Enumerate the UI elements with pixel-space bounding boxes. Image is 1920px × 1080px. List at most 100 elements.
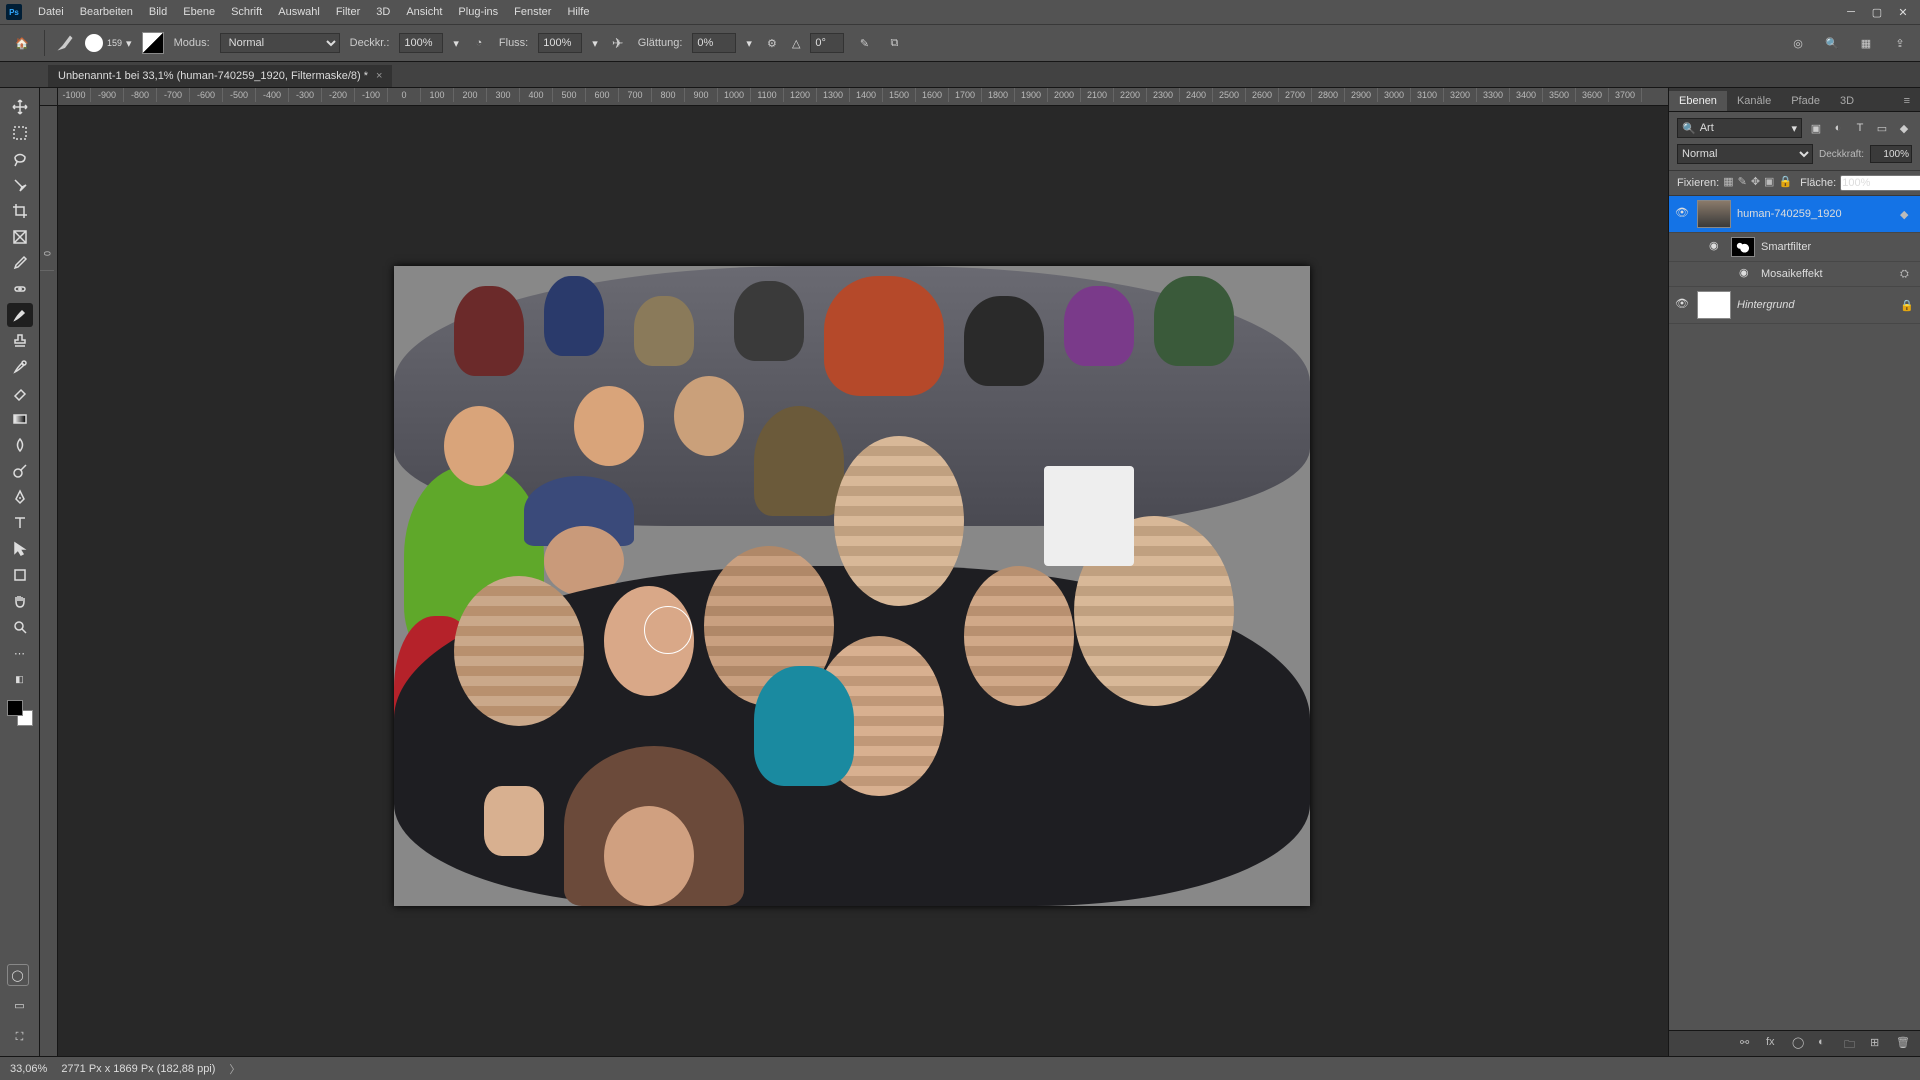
filter-shape-icon[interactable]: ▭ (1874, 120, 1890, 136)
menu-ansicht[interactable]: Ansicht (398, 6, 450, 18)
new-group-icon[interactable]: 🗀 (1844, 1036, 1860, 1052)
marquee-tool[interactable] (7, 121, 33, 145)
brush-tool-icon[interactable] (55, 33, 75, 53)
add-mask-icon[interactable]: ◯ (1792, 1036, 1808, 1052)
flow-input[interactable] (538, 33, 582, 53)
chevron-down-icon[interactable]: ▾ (746, 37, 752, 50)
menu-plugins[interactable]: Plug-ins (450, 6, 506, 18)
share-icon[interactable]: ⇪ (1890, 33, 1910, 53)
pressure-opacity-icon[interactable]: ◔ (469, 33, 489, 53)
blend-mode-select[interactable]: Normal (220, 33, 340, 53)
window-minimize-button[interactable]: ─ (1840, 3, 1862, 21)
menu-3d[interactable]: 3D (368, 6, 398, 18)
menu-hilfe[interactable]: Hilfe (559, 6, 597, 18)
delete-layer-icon[interactable]: 🗑 (1896, 1036, 1912, 1052)
smoothing-options-icon[interactable]: ⚙ (762, 33, 782, 53)
filter-image-icon[interactable]: ▣ (1808, 120, 1824, 136)
layer-opacity-input[interactable] (1870, 145, 1912, 163)
lock-position-icon[interactable]: ✥ (1751, 175, 1760, 191)
window-maximize-button[interactable]: ▢ (1866, 3, 1888, 21)
zoom-level[interactable]: 33,06% (10, 1063, 47, 1075)
filter-mask-thumbnail[interactable] (1731, 237, 1755, 257)
brush-tool[interactable] (7, 303, 33, 327)
layer-smartfilters[interactable]: ◉ Smartfilter (1669, 233, 1920, 262)
lasso-tool[interactable] (7, 147, 33, 171)
visibility-toggle-icon[interactable]: 👁 (1675, 297, 1691, 313)
filter-smart-icon[interactable]: ◆ (1896, 120, 1912, 136)
gradient-tool[interactable] (7, 407, 33, 431)
layer-fx-icon[interactable]: fx (1766, 1036, 1782, 1052)
angle-input[interactable] (810, 33, 844, 53)
tab-kanaele[interactable]: Kanäle (1727, 91, 1781, 111)
filter-name[interactable]: Mosaikeffekt (1761, 268, 1894, 280)
vertical-ruler[interactable]: 0 (40, 106, 58, 1056)
stamp-tool[interactable] (7, 329, 33, 353)
visibility-toggle-icon[interactable]: 👁 (1675, 206, 1691, 222)
pressure-size-icon[interactable]: ✎ (854, 33, 874, 53)
menu-ebene[interactable]: Ebene (175, 6, 223, 18)
tab-pfade[interactable]: Pfade (1781, 91, 1830, 111)
cloud-docs-icon[interactable]: ◎ (1788, 33, 1808, 53)
menu-fenster[interactable]: Fenster (506, 6, 559, 18)
eraser-tool[interactable] (7, 381, 33, 405)
layer-background[interactable]: 👁 Hintergrund 🔒 (1669, 287, 1920, 324)
workspace-icon[interactable]: ▦ (1856, 33, 1876, 53)
hand-tool[interactable] (7, 589, 33, 613)
layer-blend-select[interactable]: Normal (1677, 144, 1813, 164)
dodge-tool[interactable] (7, 459, 33, 483)
lock-brush-icon[interactable]: ✎ (1738, 175, 1747, 191)
menu-schrift[interactable]: Schrift (223, 6, 270, 18)
layer-fill-input[interactable] (1840, 175, 1920, 191)
airbrush-icon[interactable]: ✈ (608, 33, 628, 53)
filter-blending-icon[interactable]: ⛭ (1900, 268, 1914, 281)
new-layer-icon[interactable]: ⊞ (1870, 1036, 1886, 1052)
brush-panel-toggle-icon[interactable] (142, 32, 164, 54)
eyedropper-tool[interactable] (7, 251, 33, 275)
canvas-area[interactable]: -1000-900-800-700-600-500-400-300-200-10… (40, 88, 1668, 1056)
type-tool[interactable] (7, 511, 33, 535)
layer-thumbnail[interactable] (1697, 291, 1731, 319)
path-select-tool[interactable] (7, 537, 33, 561)
document-canvas[interactable] (394, 266, 1310, 906)
menu-filter[interactable]: Filter (328, 6, 368, 18)
visibility-toggle-icon[interactable]: ◉ (1709, 239, 1725, 255)
lock-pixels-icon[interactable]: ▦ (1723, 175, 1733, 191)
visibility-toggle-icon[interactable]: ◉ (1739, 266, 1755, 282)
document-tab[interactable]: Unbenannt-1 bei 33,1% (human-740259_1920… (48, 65, 392, 87)
blur-tool[interactable] (7, 433, 33, 457)
screen-mode-full-icon[interactable]: ⛶ (7, 1025, 33, 1049)
layer-name[interactable]: human-740259_1920 (1737, 208, 1894, 220)
move-tool[interactable] (7, 95, 33, 119)
quick-mask-toggle[interactable]: ◯ (7, 964, 29, 986)
layer-thumbnail[interactable] (1697, 200, 1731, 228)
menu-datei[interactable]: Datei (30, 6, 72, 18)
lock-artboard-icon[interactable]: ▣ (1764, 175, 1774, 191)
search-icon[interactable]: 🔍 (1822, 33, 1842, 53)
layer-name[interactable]: Hintergrund (1737, 299, 1894, 311)
screen-mode-icon[interactable]: ▭ (7, 993, 33, 1017)
symmetry-icon[interactable]: ⧉ (884, 33, 904, 53)
foreground-color-swatch[interactable] (7, 700, 23, 716)
menu-bild[interactable]: Bild (141, 6, 175, 18)
status-menu-icon[interactable]: 〉 (229, 1061, 240, 1077)
chevron-down-icon[interactable]: ▾ (592, 37, 598, 50)
quick-select-tool[interactable] (7, 173, 33, 197)
ruler-origin[interactable] (40, 88, 58, 106)
frame-tool[interactable] (7, 225, 33, 249)
tab-ebenen[interactable]: Ebenen (1669, 91, 1727, 111)
window-close-button[interactable]: ✕ (1892, 3, 1914, 21)
panel-menu-icon[interactable]: ≡ (1894, 91, 1920, 111)
crop-tool[interactable] (7, 199, 33, 223)
layer-filter-search[interactable]: 🔍 Art ▾ (1677, 118, 1802, 138)
brush-preset-picker[interactable]: 159 ▾ (85, 34, 132, 52)
color-swatches[interactable] (7, 700, 33, 726)
filter-adjust-icon[interactable]: ◐ (1830, 120, 1846, 136)
history-brush-tool[interactable] (7, 355, 33, 379)
document-info[interactable]: 2771 Px x 1869 Px (182,88 ppi) (61, 1063, 215, 1075)
layer-smartobject[interactable]: 👁 human-740259_1920 ◆ (1669, 196, 1920, 233)
lock-all-icon[interactable]: 🔒 (1778, 175, 1792, 191)
zoom-tool[interactable] (7, 615, 33, 639)
new-adjustment-icon[interactable]: ◐ (1818, 1036, 1834, 1052)
menu-auswahl[interactable]: Auswahl (270, 6, 328, 18)
healing-tool[interactable] (7, 277, 33, 301)
